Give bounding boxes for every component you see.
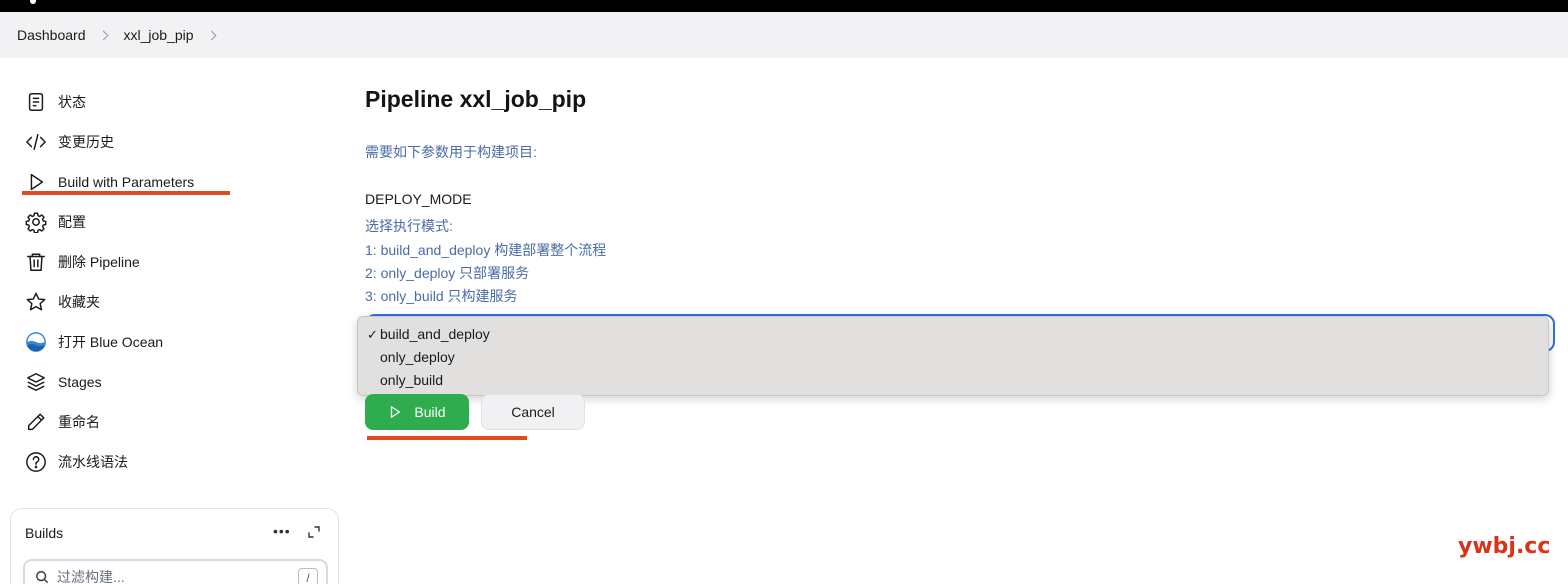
sidebar-item-status[interactable]: 状态 bbox=[24, 88, 86, 116]
cancel-button[interactable]: Cancel bbox=[481, 394, 585, 430]
sidebar-item-label: 状态 bbox=[58, 94, 86, 110]
sidebar-item-label: 收藏夹 bbox=[58, 294, 100, 310]
sidebar-item-label: Stages bbox=[58, 374, 102, 390]
top-header-bar bbox=[0, 0, 1568, 12]
breadcrumb: Dashboard xxl_job_pip bbox=[0, 12, 1568, 58]
parameter-description-line: 3: only_build 只构建服务 bbox=[365, 288, 518, 304]
more-options-icon[interactable]: ••• bbox=[273, 523, 291, 539]
filter-builds-input[interactable]: 过滤构建... / bbox=[23, 559, 328, 584]
build-button[interactable]: Build bbox=[365, 394, 469, 430]
parameter-description-line: 选择执行模式: bbox=[365, 218, 453, 234]
sidebar-item-blue-ocean[interactable]: 打开 Blue Ocean bbox=[24, 328, 163, 356]
trash-icon bbox=[24, 250, 48, 274]
parameter-description-line: 1: build_and_deploy 构建部署整个流程 bbox=[365, 242, 607, 258]
gear-icon bbox=[24, 210, 48, 234]
breadcrumb-dashboard[interactable]: Dashboard bbox=[17, 27, 86, 43]
blue-ocean-icon bbox=[24, 330, 48, 354]
play-icon bbox=[391, 406, 401, 418]
sidebar-item-stages[interactable]: Stages bbox=[24, 368, 102, 396]
chevron-right-icon[interactable] bbox=[206, 30, 217, 40]
option-label: only_build bbox=[380, 372, 444, 388]
search-icon bbox=[36, 571, 49, 584]
pencil-icon bbox=[24, 410, 48, 434]
cancel-button-label: Cancel bbox=[511, 404, 555, 420]
sidebar-item-label: 变更历史 bbox=[58, 134, 114, 150]
expand-icon[interactable] bbox=[307, 525, 321, 539]
keyboard-shortcut-badge: / bbox=[298, 568, 318, 584]
annotation-underline bbox=[367, 436, 527, 440]
star-icon bbox=[24, 290, 48, 314]
jenkins-logo[interactable] bbox=[30, 0, 36, 4]
sidebar-item-rename[interactable]: 重命名 bbox=[24, 408, 100, 436]
sidebar-item-label: 流水线语法 bbox=[58, 454, 128, 470]
sidebar-item-label: 删除 Pipeline bbox=[58, 254, 140, 270]
sidebar-item-label: Build with Parameters bbox=[58, 174, 195, 190]
sidebar-item-label: 重命名 bbox=[58, 414, 100, 430]
option-label: only_deploy bbox=[380, 349, 455, 365]
dropdown-option[interactable]: only_deploy bbox=[358, 346, 1548, 369]
sidebar-item-favorites[interactable]: 收藏夹 bbox=[24, 288, 100, 316]
page-title: Pipeline xxl_job_pip bbox=[365, 86, 587, 112]
sidebar-item-configure[interactable]: 配置 bbox=[24, 208, 86, 236]
sidebar-item-pipeline-syntax[interactable]: 流水线语法 bbox=[24, 448, 128, 476]
help-icon bbox=[24, 450, 48, 474]
document-icon bbox=[24, 90, 48, 114]
sidebar-item-label: 配置 bbox=[58, 214, 86, 230]
filter-placeholder: 过滤构建... bbox=[57, 569, 125, 584]
option-label: build_and_deploy bbox=[380, 326, 490, 342]
annotation-underline bbox=[22, 191, 230, 195]
sidebar-item-delete-pipeline[interactable]: 删除 Pipeline bbox=[24, 248, 140, 276]
parameter-description-line: 2: only_deploy 只部署服务 bbox=[365, 265, 530, 281]
builds-panel: Builds ••• 过滤构建... / bbox=[10, 508, 339, 584]
dropdown-option[interactable]: ✓ build_and_deploy bbox=[358, 323, 1548, 346]
sidebar-item-label: 打开 Blue Ocean bbox=[58, 334, 164, 350]
breadcrumb-job[interactable]: xxl_job_pip bbox=[124, 27, 194, 43]
deploy-mode-dropdown-menu: ✓ build_and_deploy only_deploy only_buil… bbox=[357, 316, 1549, 396]
parameter-name: DEPLOY_MODE bbox=[365, 191, 472, 207]
check-icon: ✓ bbox=[367, 327, 378, 342]
parameters-description: 需要如下参数用于构建项目: bbox=[365, 144, 537, 160]
dropdown-option[interactable]: only_build bbox=[358, 369, 1548, 392]
sidebar-item-changes[interactable]: 变更历史 bbox=[24, 128, 114, 156]
sidebar: 状态 变更历史 Build with Parameters 配置 删除 Pipe… bbox=[0, 58, 340, 584]
watermark: ywbj.cc bbox=[1458, 534, 1551, 559]
code-icon bbox=[24, 130, 48, 154]
build-button-label: Build bbox=[414, 404, 446, 420]
chevron-right-icon bbox=[98, 30, 108, 40]
builds-title: Builds bbox=[25, 525, 64, 541]
layers-icon bbox=[24, 370, 48, 394]
